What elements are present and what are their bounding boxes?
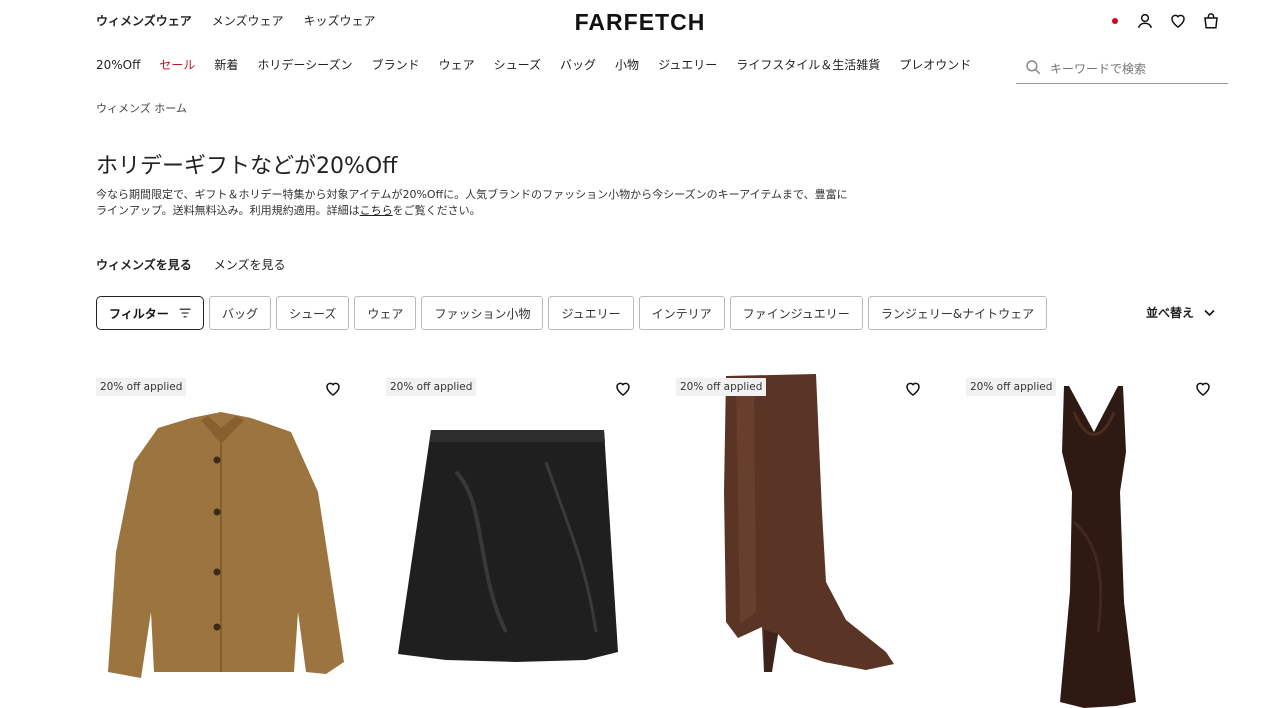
- tab-shop-men[interactable]: メンズを見る: [214, 256, 286, 273]
- product-card[interactable]: 20% off applied: [966, 372, 1226, 708]
- cat-20off[interactable]: 20%Off: [96, 56, 140, 74]
- wishlist-heart-icon[interactable]: [324, 380, 342, 398]
- cat-preowned[interactable]: プレオウンド: [899, 56, 971, 74]
- product-card[interactable]: 20% off applied: [386, 372, 646, 708]
- discount-badge: 20% off applied: [966, 378, 1057, 396]
- filter-chip-bags[interactable]: バッグ: [209, 296, 272, 330]
- cat-shoes[interactable]: シューズ: [494, 56, 541, 74]
- cat-holiday[interactable]: ホリデーシーズン: [257, 56, 352, 74]
- discount-badge: 20% off applied: [676, 378, 767, 396]
- filter-chip-accessories[interactable]: ファッション小物: [421, 296, 544, 330]
- cat-lifestyle[interactable]: ライフスタイル＆生活雑貨: [736, 56, 880, 74]
- cat-accessories[interactable]: 小物: [615, 56, 639, 74]
- search-icon[interactable]: [1016, 58, 1050, 80]
- nav-womenswear[interactable]: ウィメンズウェア: [96, 12, 192, 30]
- discount-badge: 20% off applied: [96, 378, 187, 396]
- product-image-skirt[interactable]: [386, 372, 646, 708]
- wishlist-heart-icon[interactable]: [614, 380, 632, 398]
- sort-dropdown[interactable]: 並べ替え: [1146, 304, 1215, 321]
- page-title: ホリデーギフトなどが20%Off: [96, 154, 398, 179]
- shopping-bag-icon[interactable]: [1202, 12, 1220, 30]
- search-bar: [1016, 54, 1228, 84]
- filter-chip-jewelry[interactable]: ジュエリー: [548, 296, 634, 330]
- desc-text-2: をご覧ください。: [392, 204, 481, 217]
- product-image-jacket[interactable]: [96, 372, 356, 708]
- cat-brands[interactable]: ブランド: [372, 56, 420, 74]
- tab-shop-women[interactable]: ウィメンズを見る: [96, 256, 192, 273]
- filter-chip-fine-jewelry[interactable]: ファインジュエリー: [729, 296, 863, 330]
- filter-bar: フィルター バッグ シューズ ウェア ファッション小物 ジュエリー インテリア …: [96, 296, 1048, 330]
- filter-chip-clothing[interactable]: ウェア: [354, 296, 417, 330]
- gender-tabs: ウィメンズを見る メンズを見る: [96, 256, 286, 273]
- cat-jewelry[interactable]: ジュエリー: [658, 56, 717, 74]
- category-nav: 20%Off セール 新着 ホリデーシーズン ブランド ウェア シューズ バッグ…: [96, 56, 990, 74]
- filter-label: フィルター: [109, 306, 169, 321]
- product-image-dress[interactable]: [966, 372, 1226, 708]
- chevron-down-icon: [1204, 309, 1215, 316]
- discount-badge: 20% off applied: [386, 378, 477, 396]
- japan-flag-icon[interactable]: [1109, 15, 1121, 27]
- product-image-boot[interactable]: [676, 372, 936, 708]
- page-description: 今なら期間限定で、ギフト＆ホリデー特集から対象アイテムが20%Offに。人気ブラ…: [96, 187, 856, 219]
- cat-new-in[interactable]: 新着: [214, 56, 238, 74]
- filter-chip-shoes[interactable]: シューズ: [276, 296, 350, 330]
- user-icon[interactable]: [1136, 12, 1154, 30]
- filter-chip-interior[interactable]: インテリア: [638, 296, 725, 330]
- sort-label: 並べ替え: [1146, 306, 1195, 320]
- cat-clothing[interactable]: ウェア: [439, 56, 475, 74]
- details-link[interactable]: こちら: [360, 204, 393, 217]
- cat-sale[interactable]: セール: [159, 56, 195, 74]
- nav-menswear[interactable]: メンズウェア: [212, 12, 284, 30]
- product-card[interactable]: 20% off applied: [96, 372, 356, 708]
- product-grid: 20% off applied 20% off applied 20% off …: [96, 372, 1230, 708]
- filter-lines-icon: [179, 308, 191, 318]
- gender-nav: ウィメンズウェア メンズウェア キッズウェア: [96, 12, 376, 30]
- wishlist-heart-icon[interactable]: [1194, 380, 1212, 398]
- search-input[interactable]: [1050, 61, 1210, 76]
- cat-bags[interactable]: バッグ: [560, 56, 596, 74]
- nav-kidswear[interactable]: キッズウェア: [304, 12, 376, 30]
- header-icons: [1109, 12, 1220, 30]
- wishlist-heart-icon[interactable]: [904, 380, 922, 398]
- product-card[interactable]: 20% off applied: [676, 372, 936, 708]
- heart-icon[interactable]: [1169, 12, 1187, 30]
- filter-button[interactable]: フィルター: [96, 296, 204, 330]
- breadcrumb[interactable]: ウィメンズ ホーム: [96, 100, 187, 116]
- filter-chip-lingerie[interactable]: ランジェリー&ナイトウェア: [867, 296, 1048, 330]
